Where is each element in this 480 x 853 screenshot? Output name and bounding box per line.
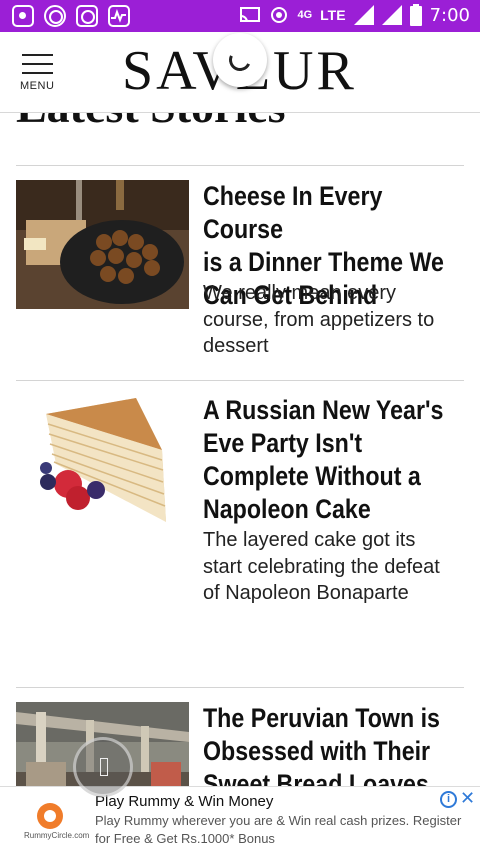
loading-spinner	[213, 33, 267, 87]
story-title-line: Napoleon Cake	[203, 494, 371, 524]
ad-close-icon[interactable]: ✕	[460, 788, 475, 809]
network-type: 4G	[297, 9, 313, 21]
notification-icons	[12, 5, 130, 27]
story-title-line: Complete Without a	[203, 461, 421, 491]
floating-video-control[interactable]	[73, 737, 133, 797]
signal-icon	[353, 5, 374, 25]
story-dek-line: The layered cake got its	[203, 529, 416, 551]
story-title-line: A Russian New Year's	[203, 395, 444, 425]
story-item[interactable]: A Russian New Year's Eve Party Isn't Com…	[16, 394, 464, 694]
ad-banner[interactable]: RummyCircle.com Play Rummy & Win Money P…	[0, 786, 480, 853]
record-icon	[44, 5, 66, 27]
ad-logo[interactable]: RummyCircle.com	[24, 801, 89, 843]
battery-icon	[409, 4, 422, 26]
story-title-line: Sweet Bread Loaves	[203, 769, 429, 786]
app-notification-icon	[12, 5, 34, 27]
story-dek-line: We really mean every	[203, 282, 397, 304]
section-title: Latest Stories	[16, 113, 286, 135]
rummycircle-logo-icon	[37, 803, 63, 829]
divider	[16, 380, 464, 381]
camera-notification-icon	[76, 5, 98, 27]
story-item[interactable]: Cheese In Every Course is a Dinner Theme…	[16, 180, 464, 370]
clock: 7:00	[429, 4, 470, 26]
hamburger-bar	[22, 72, 53, 74]
story-title-line: Cheese In Every Course	[203, 181, 383, 244]
story-title-line: is a Dinner Theme We	[203, 247, 444, 277]
hamburger-bar	[22, 63, 53, 65]
story-title[interactable]: The Peruvian Town is Obsessed with Their…	[203, 702, 468, 786]
story-title-line: The Peruvian Town is	[203, 703, 440, 733]
story-thumbnail-napoleon-cake[interactable]	[16, 394, 189, 534]
activity-icon	[108, 5, 130, 27]
story-thumbnail-cheese[interactable]	[16, 180, 189, 309]
story-dek-line: dessert	[203, 335, 269, 357]
spinner-arc-icon	[225, 45, 255, 75]
menu-label: MENU	[20, 80, 55, 92]
story-dek-line: of Napoleon Bonaparte	[203, 582, 409, 604]
story-dek: We really mean every course, from appeti…	[203, 280, 471, 360]
ad-text[interactable]: Play Rummy wherever you are & Win real c…	[95, 812, 470, 848]
menu-button[interactable]: MENU	[20, 54, 58, 94]
story-title-line: Obsessed with Their	[203, 736, 431, 766]
signal-2-icon	[381, 5, 402, 25]
ad-logo-text: RummyCircle.com	[24, 831, 90, 840]
story-title[interactable]: A Russian New Year's Eve Party Isn't Com…	[203, 394, 468, 526]
story-dek: The layered cake got its start celebrati…	[203, 527, 471, 607]
ad-title[interactable]: Play Rummy & Win Money	[95, 793, 273, 810]
article-list: Latest Stories Cheese In Every Course is	[0, 113, 480, 786]
story-title-line: Eve Party Isn't	[203, 428, 363, 458]
lte-label: LTE	[320, 7, 346, 23]
divider	[16, 165, 464, 166]
hamburger-icon	[22, 54, 53, 56]
cast-icon	[240, 7, 261, 23]
pause-icon	[100, 758, 108, 776]
ad-info-icon[interactable]: i	[440, 791, 457, 808]
story-dek-line: course, from appetizers to	[203, 308, 435, 331]
story-dek-line: start celebrating the defeat	[203, 555, 440, 578]
status-bar: 4G LTE 7:00	[0, 0, 480, 32]
system-icons: 4G LTE 7:00	[239, 4, 470, 26]
divider	[16, 687, 464, 688]
hotspot-icon	[271, 7, 288, 23]
